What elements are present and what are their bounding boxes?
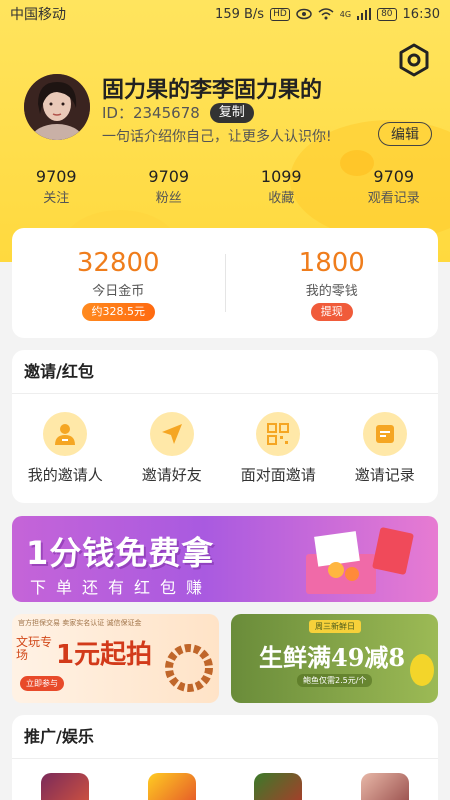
invite-icon-bg	[43, 412, 88, 456]
game-icon-row	[12, 759, 438, 800]
invite-label: 我的邀请人	[27, 466, 103, 484]
invite-card: 邀请/红包 我的邀请人 邀请好友 面对面邀请 邀请记录	[12, 350, 438, 503]
antique-auction-banner[interactable]: 官方担保交易 卖家实名认证 诚信保证金 文玩专场 1元起拍 立即参与	[12, 614, 219, 703]
user-id: ID：2345678	[102, 104, 200, 122]
invite-title: 邀请/红包	[12, 350, 438, 394]
stat-favorites[interactable]: 1099 收藏	[225, 166, 338, 214]
promo-guarantee-text: 官方担保交易 卖家实名认证 诚信保证金	[18, 619, 142, 627]
invite-icon-bg	[149, 412, 194, 456]
stat-label: 观看记录	[367, 191, 420, 206]
coins-value: 32800	[76, 248, 160, 278]
free-item-banner[interactable]: 1分钱免费拿 下单还有红包赚	[12, 516, 438, 602]
stat-number: 9709	[148, 167, 190, 186]
stat-label: 收藏	[268, 191, 295, 206]
game-app-icon[interactable]	[360, 773, 409, 800]
clock: 16:30	[402, 6, 440, 22]
avatar[interactable]	[24, 74, 90, 140]
stat-label: 粉丝	[155, 191, 182, 206]
invite-item-records[interactable]: 邀请记录	[332, 412, 439, 485]
avatar-portrait	[24, 74, 90, 140]
promo-headline: 生鲜满49减8	[259, 643, 406, 672]
promo-subtext: 鲍鱼仅需2.5元/个	[297, 674, 373, 687]
join-now-button[interactable]: 立即参与	[20, 676, 64, 691]
lemon-image	[410, 654, 434, 686]
change-value: 1800	[298, 248, 365, 278]
coins-value-badge: 约328.5元	[81, 303, 155, 321]
banner-title: 1分钱免费拿	[26, 534, 215, 572]
stat-number: 9709	[373, 167, 415, 186]
invite-items: 我的邀请人 邀请好友 面对面邀请 邀请记录	[12, 394, 438, 485]
bingo-app-icon[interactable]	[147, 773, 196, 800]
status-bar: 中国移动 159 B/s HD 4G 80 16:30	[0, 0, 450, 28]
eye-icon	[296, 8, 312, 20]
qrcode-icon	[267, 423, 290, 445]
promo-day-tag: 周三新鲜日	[309, 620, 361, 633]
user-name: 固力果的李李固力果的	[102, 78, 323, 103]
coins-label: 今日金币	[92, 284, 145, 299]
wallet-card: 32800 今日金币 约328.5元 1800 我的零钱 提现	[12, 228, 438, 338]
banner-subtitle: 下单还有红包赚	[30, 578, 213, 597]
stat-history[interactable]: 9709 观看记录	[338, 166, 450, 214]
entertainment-card: 推广/娱乐	[12, 715, 438, 800]
invite-label: 面对面邀请	[240, 466, 316, 484]
fresh-food-banner[interactable]: 周三新鲜日 生鲜满49减8 鲍鱼仅需2.5元/个	[231, 614, 438, 703]
invite-item-invite-friends[interactable]: 邀请好友	[119, 412, 226, 485]
invite-item-face-to-face[interactable]: 面对面邀请	[225, 412, 332, 485]
withdraw-button[interactable]: 提现	[310, 303, 353, 321]
invite-item-my-inviter[interactable]: 我的邀请人	[12, 412, 119, 485]
stat-number: 9709	[35, 167, 77, 186]
promo-category-tag: 文玩专场	[16, 635, 53, 662]
settings-icon	[399, 43, 429, 77]
hd-icon: HD	[270, 7, 290, 21]
settings-button[interactable]	[396, 42, 432, 78]
game-app-icon[interactable]	[254, 773, 303, 800]
stat-label: 关注	[43, 191, 70, 206]
stat-following[interactable]: 9709 关注	[0, 166, 113, 214]
carrier-text: 中国移动	[10, 7, 66, 23]
gift-box-icon	[306, 527, 414, 594]
send-icon	[161, 424, 182, 444]
status-indicators: 159 B/s HD 4G 80 16:30	[215, 7, 440, 22]
battery-icon: 80	[377, 7, 397, 21]
change-label: 我的零钱	[305, 284, 358, 299]
bracelet-image	[165, 644, 213, 692]
stats-row: 9709 关注 9709 粉丝 1099 收藏 9709 观看记录	[0, 166, 450, 214]
wifi-icon	[318, 8, 334, 20]
copy-button[interactable]: 复制	[209, 102, 254, 123]
coins-section[interactable]: 32800 今日金币 约328.5元	[12, 228, 225, 338]
user-bio: 一句话介绍你自己，让更多人认识你!	[102, 129, 332, 145]
invite-label: 邀请记录	[354, 466, 415, 484]
promo-headline: 1元起拍	[56, 640, 153, 670]
signal-icon	[357, 8, 372, 20]
record-icon	[375, 425, 394, 443]
invite-icon-bg	[362, 412, 407, 456]
signal-type: 4G	[339, 9, 352, 19]
stat-number: 1099	[260, 167, 302, 186]
person-icon	[55, 424, 76, 445]
invite-label: 邀请好友	[141, 466, 202, 484]
invite-icon-bg	[256, 412, 301, 456]
network-speed: 159 B/s	[215, 6, 265, 22]
game-app-icon[interactable]	[41, 773, 90, 800]
stat-fans[interactable]: 9709 粉丝	[113, 166, 226, 214]
user-id-row: ID：2345678 复制	[102, 102, 254, 123]
change-section[interactable]: 1800 我的零钱 提现	[226, 228, 439, 338]
edit-profile-button[interactable]: 编辑	[378, 122, 432, 146]
entertainment-title: 推广/娱乐	[12, 715, 438, 759]
